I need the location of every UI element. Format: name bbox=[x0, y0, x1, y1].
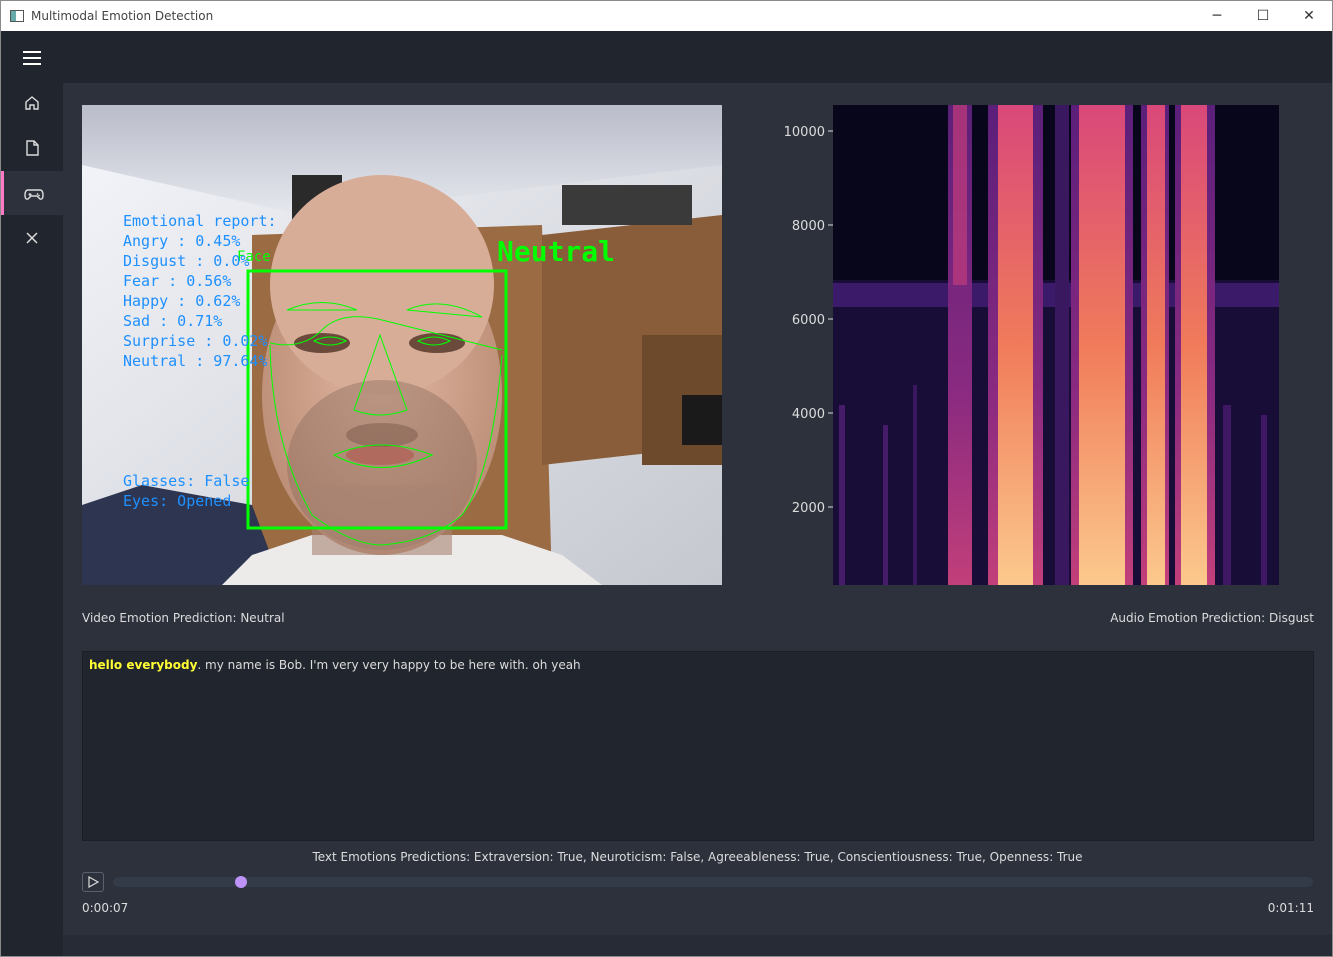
app-window: Multimodal Emotion Detection ─ ☐ ✕ Face … bbox=[0, 0, 1333, 957]
seek-bar[interactable] bbox=[113, 877, 1313, 887]
play-icon bbox=[88, 876, 99, 888]
ytick-6000: 6000 bbox=[792, 313, 825, 328]
menu-icon bbox=[23, 51, 41, 65]
close-window-button[interactable]: ✕ bbox=[1286, 1, 1332, 31]
window-title: Multimodal Emotion Detection bbox=[31, 9, 214, 23]
report-line-neutral: Neutral : 97.64% bbox=[123, 352, 268, 370]
gamepad-icon bbox=[23, 189, 44, 200]
report-line-sad: Sad : 0.71% bbox=[123, 312, 222, 330]
ytick-2000: 2000 bbox=[792, 501, 825, 516]
ytick-4000: 4000 bbox=[792, 407, 825, 422]
play-button[interactable] bbox=[82, 872, 104, 892]
text-prediction: Text Emotions Predictions: Extraversion:… bbox=[312, 850, 1083, 864]
home-icon bbox=[25, 96, 39, 110]
sidebar-item-gamepad[interactable] bbox=[1, 171, 63, 215]
glasses-status: Glasses: False bbox=[123, 472, 249, 490]
webcam-frame: Face Neutral Emotional report: Angry : 0… bbox=[82, 105, 722, 585]
report-title: Emotional report: bbox=[123, 212, 277, 230]
menu-toggle-button[interactable] bbox=[1, 35, 63, 81]
top-bar bbox=[63, 31, 1332, 83]
file-icon bbox=[26, 140, 39, 156]
transcript-highlight: hello everybody bbox=[89, 658, 198, 672]
current-time: 0:00:07 bbox=[82, 901, 129, 915]
sidebar bbox=[1, 31, 63, 956]
ytick-10000: 10000 bbox=[784, 125, 825, 140]
report-line-surprise: Surprise : 0.02% bbox=[123, 332, 268, 350]
title-bar: Multimodal Emotion Detection ─ ☐ ✕ bbox=[1, 1, 1332, 31]
report-line-fear: Fear : 0.56% bbox=[123, 272, 231, 290]
report-line-disgust: Disgust : 0.0% bbox=[123, 252, 249, 270]
app-icon bbox=[10, 10, 24, 22]
audio-prediction: Audio Emotion Prediction: Disgust bbox=[1110, 611, 1314, 625]
transcript-box[interactable]: hello everybody. my name is Bob. I'm ver… bbox=[82, 651, 1314, 841]
maximize-button[interactable]: ☐ bbox=[1240, 1, 1286, 31]
bottom-strip bbox=[63, 935, 1332, 956]
main-content: Face Neutral Emotional report: Angry : 0… bbox=[63, 83, 1332, 935]
audio-spectrogram: 10000 8000 6000 4000 2000 Hz bbox=[748, 105, 1323, 585]
video-prediction: Video Emotion Prediction: Neutral bbox=[82, 611, 285, 625]
ytick-8000: 8000 bbox=[792, 219, 825, 234]
close-icon bbox=[26, 232, 38, 244]
report-line-happy: Happy : 0.62% bbox=[123, 292, 240, 310]
sidebar-item-home[interactable] bbox=[1, 81, 63, 125]
transcript-text: . my name is Bob. I'm very very happy to… bbox=[197, 658, 581, 672]
sidebar-item-close[interactable] bbox=[1, 216, 63, 260]
sidebar-item-file[interactable] bbox=[1, 126, 63, 170]
report-line-angry: Angry : 0.45% bbox=[123, 232, 240, 250]
spectrogram-plot: 10000 8000 6000 4000 2000 Hz bbox=[748, 105, 1279, 585]
total-time: 0:01:11 bbox=[1267, 901, 1314, 915]
emotion-label: Neutral bbox=[497, 235, 615, 268]
eyes-status: Eyes: Opened bbox=[123, 492, 231, 510]
video-feed: Face Neutral Emotional report: Angry : 0… bbox=[82, 105, 722, 585]
minimize-button[interactable]: ─ bbox=[1194, 1, 1240, 31]
